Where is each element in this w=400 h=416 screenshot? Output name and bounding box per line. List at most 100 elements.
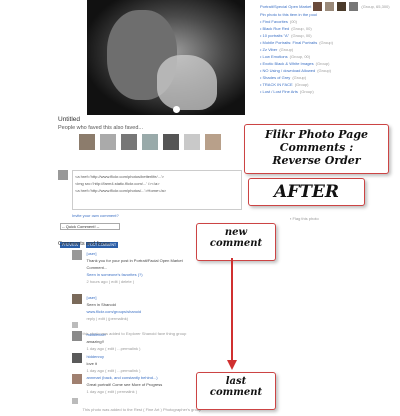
- sidebar-group-label[interactable]: 10 portraits "A": [263, 33, 290, 38]
- sidebar-group-label[interactable]: Zz Viber: [263, 47, 278, 52]
- sidebar-group-item[interactable]: • Exotic Black & White Images (Group): [260, 60, 398, 67]
- photo-title: Untitled: [58, 116, 81, 123]
- callout-new-line-1: new: [224, 227, 248, 238]
- comment-author[interactable]: hiddenroy: [86, 353, 236, 360]
- embed-line-3: <a href='http://www.flickr.com/photos/..…: [75, 188, 167, 193]
- sidebar-group-item[interactable]: • Black Rue Red (Group, 00): [260, 25, 398, 32]
- comment-text: This photo was added to the Rest ( Fine …: [82, 407, 202, 412]
- callout-last-comment: last comment: [196, 372, 276, 410]
- sidebar-group-item[interactable]: • NO Using / download Allowed (Group): [260, 67, 398, 74]
- quick-comment-select[interactable]: -- Quick Comment! --: [60, 223, 120, 230]
- comment-time: 1 day ago ( edit | ...permalink ): [86, 346, 141, 351]
- comment-text: amazing!!: [86, 339, 104, 344]
- faved-thumbnails: [79, 134, 222, 150]
- sidebar-group-meta: (Group): [315, 61, 330, 66]
- comment-text: Seen in Shanoid: [86, 302, 116, 307]
- embed-line-2: <img src='http://farm4.static.flickr.com…: [75, 181, 160, 186]
- comment-text: love it: [86, 361, 97, 366]
- faved-thumb-6[interactable]: [184, 134, 200, 150]
- sidebar-group-item[interactable]: • TRACK IN FACE (Group): [260, 81, 398, 88]
- callout-new-line-2: comment: [209, 238, 263, 249]
- flag-link-label: Flag this photo: [292, 216, 319, 221]
- comment-avatar[interactable]: [72, 353, 82, 363]
- sidebar-group-meta: (Group): [299, 89, 314, 94]
- callout-title-line-2: Comments :: [279, 141, 354, 154]
- sidebar-group-meta: (Group): [319, 40, 333, 45]
- sidebar-group-meta: (Group): [292, 75, 307, 80]
- callout-title-line-1: Flikr Photo Page: [264, 128, 369, 141]
- comment-author[interactable]: [user]: [86, 294, 236, 301]
- photo-note-icon[interactable]: [173, 106, 180, 113]
- sidebar-group-item[interactable]: • Lost / Lost Fine Arts (Group): [260, 88, 398, 95]
- sidebar-group-label[interactable]: Lost / Lost Fine Arts: [263, 89, 298, 94]
- pool-header-meta: (Group, 65,300): [361, 4, 390, 9]
- callout-title-line-3: Reverse Order: [272, 154, 361, 167]
- embed-code-box[interactable]: <a href='http://www.flickr.com/photos/be…: [72, 170, 242, 210]
- comment-avatar[interactable]: [72, 374, 82, 384]
- callout-last-line-2: comment: [209, 387, 263, 398]
- sidebar-group-meta: (Group, 00): [289, 54, 311, 59]
- callout-after: AFTER: [248, 178, 365, 206]
- callout-last-line-1: last: [225, 376, 247, 387]
- faved-thumb-1[interactable]: [79, 134, 95, 150]
- down-arrow-icon: [227, 258, 237, 370]
- photo-hand-shape: [157, 55, 217, 110]
- sidebar-group-item[interactable]: • 10 portraits "A" (Group, 00): [260, 32, 398, 39]
- right-sidebar: Portrait/Special Open Market (Group, 65,…: [260, 2, 398, 95]
- group-icon: [72, 398, 78, 404]
- comment-avatar[interactable]: [72, 294, 82, 304]
- sidebar-group-item[interactable]: • Low Emotions (Group, 00): [260, 53, 398, 60]
- sidebar-group-item[interactable]: • Find Favorites (00): [260, 18, 398, 25]
- callout-new-comment: new comment: [196, 223, 276, 261]
- pool-thumb-3[interactable]: [337, 2, 347, 11]
- sidebar-group-item[interactable]: • Mobile Portraits: Final Portraits (Grou…: [260, 39, 398, 46]
- sidebar-group-meta: (00): [289, 19, 297, 24]
- pool-header[interactable]: Portrait/Special Open Market: [260, 3, 311, 10]
- comment-meta[interactable]: www.flickr.com/groups/shanoid: [86, 308, 236, 315]
- sidebar-group-label[interactable]: Shades of Grey: [263, 75, 291, 80]
- sidebar-group-label[interactable]: TRACK IN FACE: [262, 82, 292, 87]
- comment-time: 2 hours ago ( edit | delete ): [86, 279, 135, 284]
- comment-avatar[interactable]: [72, 250, 82, 260]
- pool-thumb-1[interactable]: [313, 2, 323, 11]
- comment-time: reply | edit | (permalink): [86, 316, 129, 321]
- embed-avatar: [58, 170, 68, 180]
- sidebar-group-label[interactable]: Exotic Black & White Images: [263, 61, 314, 66]
- sidebar-group-meta: (Group): [279, 47, 294, 52]
- comment-text: Comment...: [86, 265, 108, 270]
- flag-link[interactable]: ▪ Flag this photo: [290, 215, 319, 222]
- people-faved-heading: People who faved this also faved...: [58, 125, 143, 131]
- sidebar-group-meta: (Group): [294, 82, 309, 87]
- sidebar-group-label[interactable]: Mobile Portraits: Final Portraits: [263, 40, 318, 45]
- sidebar-group-meta: (Group, 00): [291, 33, 312, 38]
- callout-after-label: AFTER: [274, 182, 339, 202]
- comment-4: middleclub amazing!! 1 day ago ( edit | …: [72, 331, 242, 355]
- main-photo[interactable]: [87, 0, 245, 115]
- comment-avatar[interactable]: [72, 331, 82, 341]
- sidebar-group-item[interactable]: • Zz Viber (Group): [260, 46, 398, 53]
- sidebar-group-meta: (Group, 00): [291, 26, 312, 31]
- sidebar-group-label[interactable]: NO Using / download Allowed: [263, 68, 316, 73]
- comment-meta[interactable]: Seen in someone's favorites (?): [86, 271, 236, 278]
- sidebar-group-meta: (Group): [317, 68, 331, 73]
- sidebar-group-label[interactable]: Find Favorites: [263, 19, 288, 24]
- comment-2: [user] Seen in Shanoid www.flickr.com/gr…: [72, 294, 242, 325]
- faved-thumb-4[interactable]: [142, 134, 158, 150]
- faved-thumb-7[interactable]: [205, 134, 221, 150]
- pool-thumb-4[interactable]: [349, 2, 359, 11]
- sidebar-group-label[interactable]: Low Emotions: [263, 54, 288, 59]
- invite-link[interactable]: Invite your own comment?: [72, 212, 119, 219]
- faved-thumb-3[interactable]: [121, 134, 137, 150]
- faved-thumb-5[interactable]: [163, 134, 179, 150]
- group-icon: [72, 322, 78, 328]
- group-link[interactable]: Pin photo to this item in the pool: [260, 11, 398, 18]
- embed-line-1: <a href='http://www.flickr.com/photos/be…: [75, 174, 165, 179]
- pool-thumb-2[interactable]: [325, 2, 335, 11]
- comment-author[interactable]: middleclub: [86, 331, 236, 338]
- comments-header: Comments and faves: [58, 241, 110, 247]
- sidebar-group-list: • Find Favorites (00) • Black Rue Red (Grou…: [260, 18, 398, 95]
- sidebar-group-label[interactable]: Black Rue Red: [263, 26, 290, 31]
- sidebar-group-item[interactable]: • Shades of Grey (Group): [260, 74, 398, 81]
- faved-thumb-2[interactable]: [100, 134, 116, 150]
- callout-title: Flikr Photo Page Comments : Reverse Orde…: [244, 124, 389, 174]
